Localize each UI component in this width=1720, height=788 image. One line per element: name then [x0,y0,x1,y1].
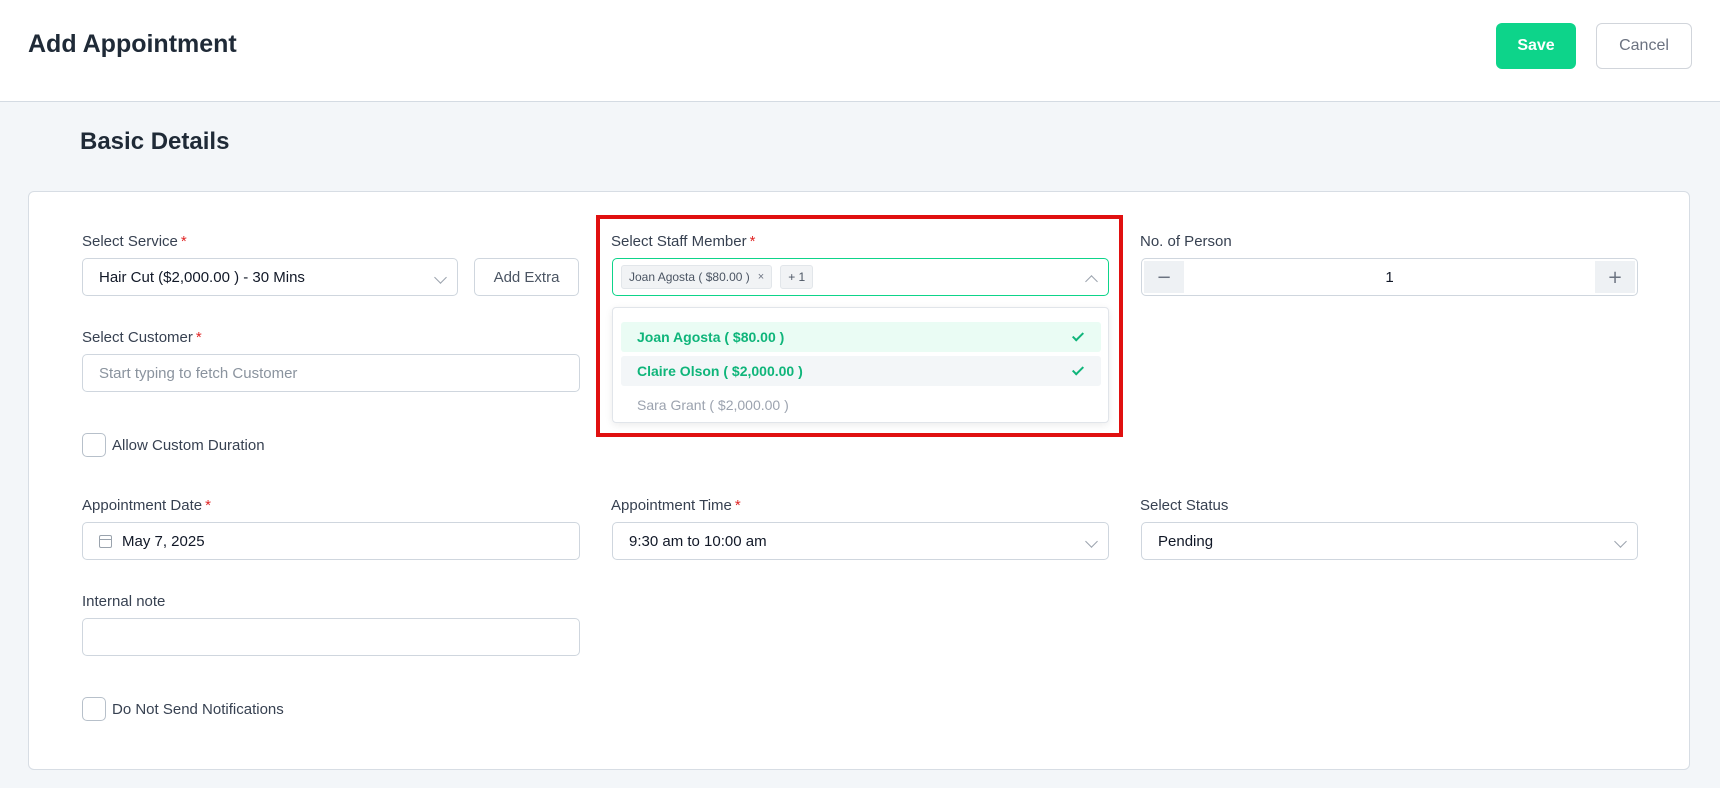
notifications-label: Do Not Send Notifications [112,701,284,718]
cancel-button[interactable]: Cancel [1596,23,1692,69]
status-select[interactable]: Pending [1141,522,1638,560]
date-label: Appointment Date * [82,497,211,514]
required-mark: * [180,233,187,250]
custom-duration-checkbox[interactable] [82,433,106,457]
customer-placeholder: Start typing to fetch Customer [99,364,298,382]
customer-input[interactable]: Start typing to fetch Customer [82,354,580,392]
decrement-button[interactable]: − [1144,261,1184,293]
service-value: Hair Cut ($2,000.00 ) - 30 Mins [99,268,305,286]
service-select[interactable]: Hair Cut ($2,000.00 ) - 30 Mins [82,258,458,296]
time-select[interactable]: 9:30 am to 10:00 am [612,522,1109,560]
time-value: 9:30 am to 10:00 am [629,532,767,550]
persons-label: No. of Person [1140,233,1232,250]
highlight-box [596,215,1123,437]
add-extra-button[interactable]: Add Extra [474,258,579,296]
note-input[interactable] [82,618,580,656]
page-title: Add Appointment [28,30,237,58]
status-label: Select Status [1140,497,1229,514]
chevron-down-icon [1614,535,1627,548]
customer-label: Select Customer * [82,329,202,346]
calendar-icon [99,534,112,548]
date-value: May 7, 2025 [122,532,205,550]
time-label: Appointment Time * [611,497,741,514]
persons-value[interactable]: 1 [1186,259,1593,295]
required-mark: * [195,329,202,346]
required-mark: * [734,497,741,514]
chevron-down-icon [1085,535,1098,548]
chevron-down-icon [434,271,447,284]
custom-duration-label: Allow Custom Duration [112,437,265,454]
top-bar: Add Appointment Save Cancel [0,0,1720,102]
increment-button[interactable]: + [1595,261,1635,293]
persons-stepper: − 1 + [1141,258,1638,296]
notifications-checkbox[interactable] [82,697,106,721]
note-label: Internal note [82,593,166,610]
date-picker[interactable]: May 7, 2025 [82,522,580,560]
status-value: Pending [1158,532,1214,550]
service-label: Select Service * [82,233,187,250]
required-mark: * [205,497,211,514]
save-button[interactable]: Save [1496,23,1576,69]
section-title: Basic Details [80,128,230,155]
